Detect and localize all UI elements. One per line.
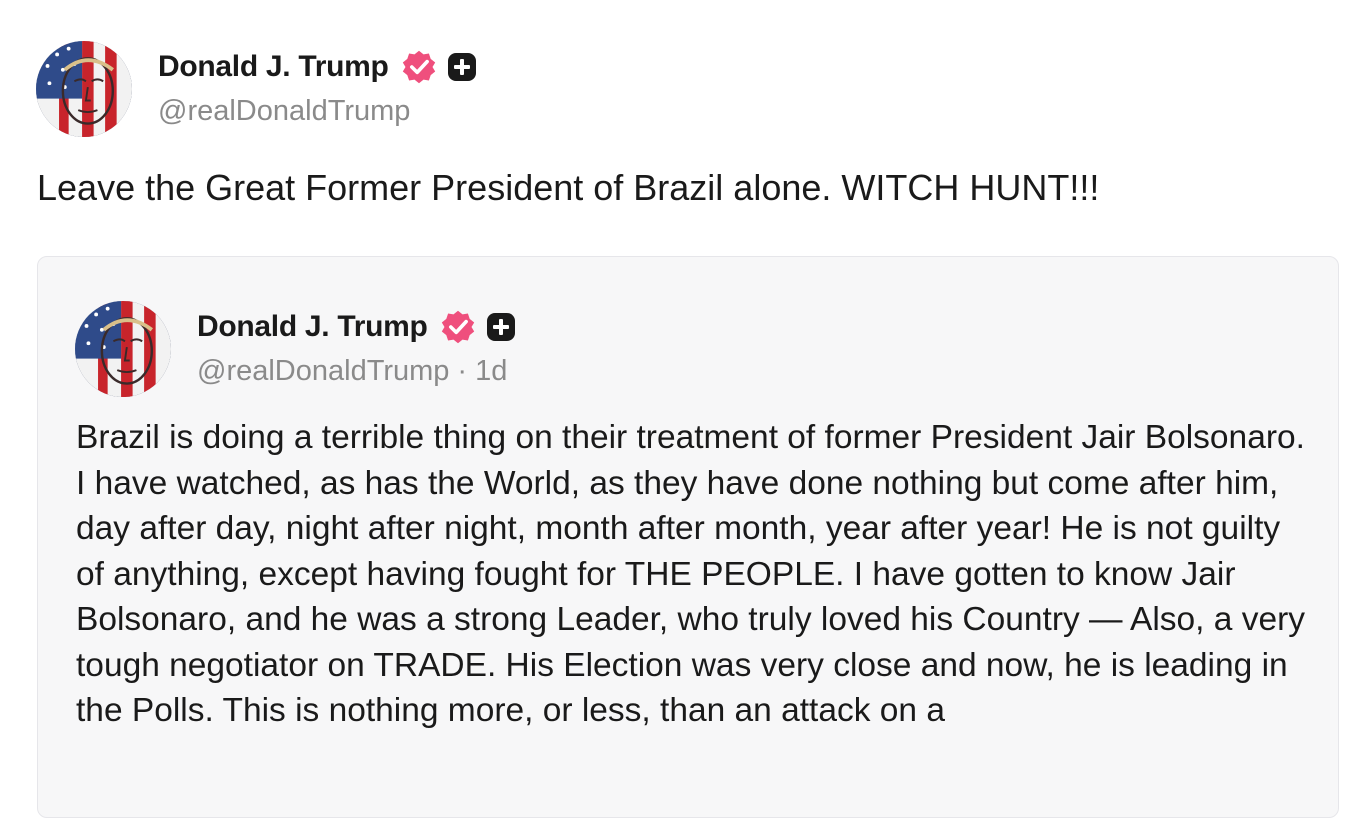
post-text: Leave the Great Former President of Braz… [37, 167, 1100, 208]
post: Donald J. Trump @realDonaldTrump Leave t… [0, 0, 1366, 818]
quoted-handle-row: @realDonaldTrump · 1d [197, 349, 516, 393]
timestamp[interactable]: 1d [475, 355, 507, 388]
post-header: Donald J. Trump @realDonaldTrump [36, 40, 477, 138]
handle[interactable]: @realDonaldTrump [158, 95, 410, 128]
quoted-handle[interactable]: @realDonaldTrump [197, 355, 449, 388]
display-name[interactable]: Donald J. Trump [158, 50, 389, 84]
quoted-author-info: Donald J. Trump @realDonaldTrump · 1d [197, 305, 516, 393]
author-info: Donald J. Trump @realDonaldTrump [158, 45, 477, 133]
separator-dot: · [457, 354, 468, 387]
quoted-post-header: Donald J. Trump @realDonaldTrump · 1d [75, 300, 516, 398]
plus-square-icon [486, 312, 516, 342]
quoted-name-row: Donald J. Trump [197, 305, 516, 349]
handle-row: @realDonaldTrump [158, 89, 477, 133]
avatar[interactable] [36, 41, 132, 137]
name-row: Donald J. Trump [158, 45, 477, 89]
quoted-post-card[interactable]: Donald J. Trump @realDonaldTrump · 1d Br… [37, 256, 1339, 818]
plus-square-icon [447, 52, 477, 82]
verified-badge-icon [401, 49, 437, 85]
quoted-post-text: Brazil is doing a terrible thing on thei… [76, 419, 1305, 729]
quoted-display-name[interactable]: Donald J. Trump [197, 310, 428, 344]
quoted-avatar[interactable] [75, 301, 171, 397]
verified-badge-icon [440, 309, 476, 345]
